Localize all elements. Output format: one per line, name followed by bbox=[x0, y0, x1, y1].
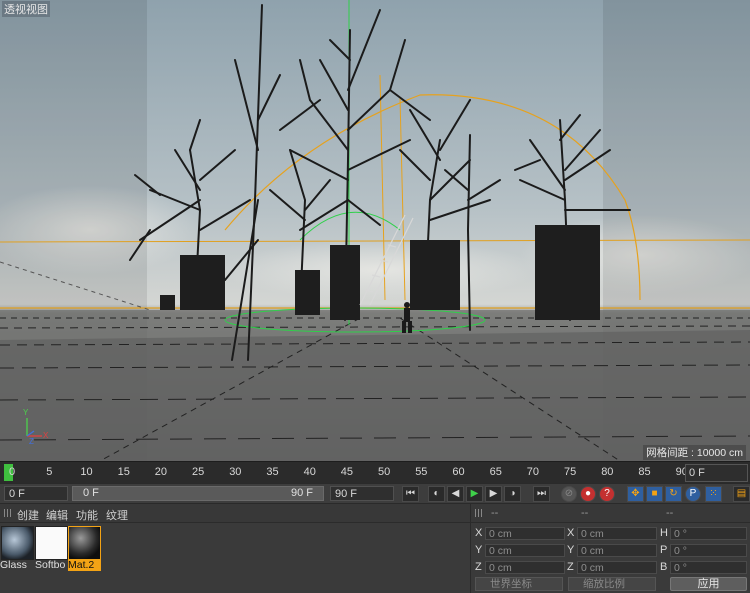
rot-b-label: B bbox=[660, 561, 668, 573]
timeline-tick-25: 25 bbox=[192, 466, 205, 478]
prev-frame-button[interactable]: ◀ bbox=[447, 486, 464, 502]
pla-key-icon[interactable]: ⁙ bbox=[705, 486, 722, 502]
timeline-ruler[interactable]: 0 5 10 15 20 25 30 35 40 45 50 55 60 65 70 75 80 85 90 0 F bbox=[0, 461, 750, 484]
size-x-label: X bbox=[567, 527, 575, 539]
preview-range-slider[interactable]: 0 F 90 F bbox=[72, 486, 324, 501]
timeline-tick-75: 75 bbox=[564, 466, 577, 478]
viewport-scene[interactable] bbox=[0, 0, 750, 461]
timeline-tick-55: 55 bbox=[415, 466, 428, 478]
coord-grip-icon[interactable] bbox=[475, 509, 483, 517]
next-key-button[interactable]: ◑ bbox=[504, 486, 521, 502]
pos-z-field[interactable]: 0 cm bbox=[485, 561, 565, 574]
go-to-start-button[interactable]: ⏮ bbox=[402, 486, 419, 502]
material-menubar: 创建 编辑 功能 纹理 bbox=[0, 504, 470, 523]
rot-p-field[interactable]: 0 ° bbox=[670, 544, 747, 557]
rot-p-label: P bbox=[660, 544, 668, 556]
pos-x-label: X bbox=[475, 527, 483, 539]
timeline-tick-65: 65 bbox=[489, 466, 502, 478]
material-label-mat2[interactable]: Mat.2 bbox=[68, 559, 101, 571]
material-manager: 创建 编辑 功能 纹理 Glass Softbo Mat.2 bbox=[0, 503, 470, 593]
scale-key-icon[interactable]: ■ bbox=[646, 486, 663, 502]
autokey-button[interactable]: ? bbox=[599, 486, 615, 502]
axis-y-label: Y bbox=[23, 408, 29, 417]
pos-y-field[interactable]: 0 cm bbox=[485, 544, 565, 557]
timeline-tick-30: 30 bbox=[229, 466, 242, 478]
size-x-field[interactable]: 0 cm bbox=[577, 527, 657, 540]
start-frame-field[interactable]: 0 F bbox=[4, 486, 68, 501]
menu-create[interactable]: 创建 bbox=[17, 507, 39, 523]
size-header: -- bbox=[581, 507, 589, 519]
pos-y-label: Y bbox=[475, 544, 483, 556]
grid-spacing-readout: 网格间距 : 10000 cm bbox=[643, 445, 746, 460]
viewport-title: 透视视图 bbox=[2, 1, 50, 17]
rot-b-field[interactable]: 0 ° bbox=[670, 561, 747, 574]
timeline-tick-15: 15 bbox=[117, 466, 130, 478]
timeline-tick-0: 0 bbox=[9, 466, 16, 478]
timeline-tick-60: 60 bbox=[452, 466, 465, 478]
perspective-viewport[interactable]: 透视视图 Y X Z 网格间距 : 10000 cm bbox=[0, 0, 750, 461]
axis-x-label: X bbox=[43, 431, 49, 440]
position-header: -- bbox=[491, 507, 499, 519]
size-z-label: Z bbox=[567, 561, 574, 573]
timeline-tick-5: 5 bbox=[46, 466, 53, 478]
transport-bar: 0 F 0 F 90 F 90 F ⏮ ◐ ◀ ▶ ▶ ◑ ⏭ ⊘ ● ? ✥ … bbox=[0, 483, 750, 504]
timeline-tick-20: 20 bbox=[154, 466, 168, 478]
current-frame-field[interactable]: 0 F bbox=[685, 464, 748, 482]
range-start-label: 0 F bbox=[83, 487, 99, 499]
menu-function[interactable]: 功能 bbox=[76, 507, 98, 523]
timeline-tick-10: 10 bbox=[80, 466, 93, 478]
size-y-label: Y bbox=[567, 544, 575, 556]
material-swatch-softbox[interactable] bbox=[35, 526, 68, 560]
timeline-window-icon[interactable]: ▤ bbox=[733, 486, 750, 502]
timeline-tick-45: 45 bbox=[340, 466, 354, 478]
coordinates-manager: -- -- -- X 0 cm X 0 cm H 0 ° Y 0 cm Y 0 … bbox=[470, 503, 750, 593]
go-to-end-button[interactable]: ⏭ bbox=[533, 486, 550, 502]
range-end-label: 90 F bbox=[290, 487, 313, 499]
record-disabled-icon[interactable]: ⊘ bbox=[561, 486, 577, 502]
coordinate-mode-dropdown[interactable]: 世界坐标 bbox=[475, 577, 563, 591]
menu-edit[interactable]: 编辑 bbox=[46, 507, 68, 523]
move-key-icon[interactable]: ✥ bbox=[627, 486, 644, 502]
timeline-tick-85: 85 bbox=[638, 466, 651, 478]
menu-texture[interactable]: 纹理 bbox=[106, 507, 128, 523]
panel-grip-icon[interactable] bbox=[4, 509, 12, 517]
rotation-header: -- bbox=[666, 507, 674, 519]
rot-h-label: H bbox=[660, 527, 668, 539]
size-y-field[interactable]: 0 cm bbox=[577, 544, 657, 557]
next-frame-button[interactable]: ▶ bbox=[485, 486, 502, 502]
rot-h-field[interactable]: 0 ° bbox=[670, 527, 747, 540]
coord-header: -- -- -- bbox=[471, 504, 750, 523]
timeline-tick-80: 80 bbox=[601, 466, 614, 478]
rotate-key-icon[interactable]: ↻ bbox=[665, 486, 682, 502]
size-z-field[interactable]: 0 cm bbox=[577, 561, 657, 574]
end-frame-field[interactable]: 90 F bbox=[330, 486, 394, 501]
timeline-tick-50: 50 bbox=[378, 466, 391, 478]
prev-key-button[interactable]: ◐ bbox=[428, 486, 445, 502]
timeline-tick-40: 40 bbox=[303, 466, 316, 478]
axis-z-label: Z bbox=[29, 437, 34, 446]
size-mode-dropdown[interactable]: 缩放比例 bbox=[568, 577, 656, 591]
pos-x-field[interactable]: 0 cm bbox=[485, 527, 565, 540]
play-button[interactable]: ▶ bbox=[466, 486, 483, 502]
timeline-tick-35: 35 bbox=[266, 466, 279, 478]
param-key-icon[interactable]: P bbox=[685, 486, 701, 502]
material-swatch-glass[interactable] bbox=[1, 526, 34, 560]
material-label-glass[interactable]: Glass bbox=[0, 559, 33, 571]
timeline-tick-70: 70 bbox=[526, 466, 540, 478]
apply-button[interactable]: 应用 bbox=[670, 577, 747, 591]
material-label-softbox[interactable]: Softbo bbox=[35, 559, 68, 571]
record-active-keys-button[interactable]: ● bbox=[580, 486, 596, 502]
pos-z-label: Z bbox=[475, 561, 482, 573]
material-swatch-mat2[interactable] bbox=[68, 526, 101, 560]
